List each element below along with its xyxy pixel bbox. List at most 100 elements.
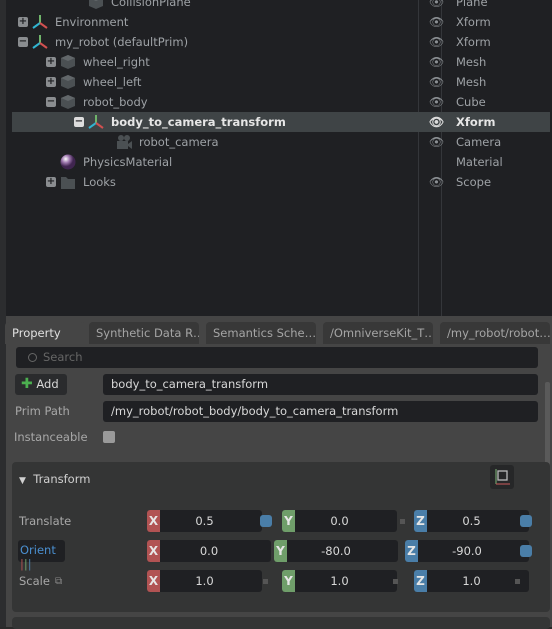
value: 1.0 <box>195 574 214 588</box>
tab-4[interactable]: /my_robot/robot… <box>440 322 550 344</box>
tree-row[interactable]: + wheel_left 👁 Mesh <box>12 72 550 92</box>
eye-icon[interactable]: 👁 <box>429 0 444 9</box>
eye-icon[interactable]: 👁 <box>429 35 444 49</box>
translate-x-field[interactable]: X 0.5 <box>147 510 262 532</box>
instanceable-checkbox[interactable] <box>103 431 115 443</box>
search-input[interactable]: Search <box>16 347 538 368</box>
collapse-icon[interactable]: − <box>74 117 84 127</box>
prim-name: Environment <box>55 15 129 29</box>
prim-type: Camera <box>456 135 502 149</box>
prim-name: my_robot (defaultPrim) <box>55 35 189 49</box>
collapse-icon[interactable]: − <box>18 37 28 47</box>
eye-icon[interactable]: 👁 <box>429 175 444 189</box>
keyframe-button[interactable] <box>263 579 268 584</box>
prim-name: robot_body <box>83 95 148 109</box>
scale-x-field[interactable]: X 1.0 <box>147 570 262 592</box>
axis-y-label: Y <box>282 510 295 532</box>
eye-icon[interactable]: 👁 <box>429 75 444 89</box>
value: 0.5 <box>462 514 481 528</box>
expand-icon[interactable]: + <box>46 177 56 187</box>
value: -90.0 <box>452 544 482 558</box>
tree-row[interactable]: + Looks 👁 Scope <box>12 172 550 192</box>
transform-title: Transform <box>33 472 91 486</box>
axis-z-label: Z <box>405 540 418 562</box>
link-scale-icon[interactable]: ⧉ <box>55 576 62 587</box>
collapse-triangle-icon: ▼ <box>19 476 26 486</box>
axis-z-label: Z <box>414 570 427 592</box>
eye-icon[interactable]: 👁 <box>429 135 444 149</box>
prim-path-field[interactable]: /my_robot/robot_body/body_to_camera_tran… <box>103 401 538 422</box>
prim-type: Mesh <box>456 75 487 89</box>
orient-y-field[interactable]: Y -80.0 <box>274 540 398 562</box>
cube-icon <box>88 0 104 10</box>
prim-type: Cube <box>456 95 486 109</box>
tree-row[interactable]: + Environment 👁 Xform <box>12 12 550 32</box>
axis-y-label: Y <box>282 570 295 592</box>
orient-mode-button[interactable]: Orient ||| <box>18 540 65 571</box>
prim-name: Looks <box>83 175 116 189</box>
axis-y-label: Y <box>274 540 287 562</box>
keyframe-button[interactable] <box>260 515 272 527</box>
prim-type: Material <box>456 155 503 169</box>
eye-icon[interactable]: 👁 <box>429 95 444 109</box>
add-button[interactable]: ✚ Add <box>15 374 67 395</box>
tree-row[interactable]: − my_robot (defaultPrim) 👁 Xform <box>12 32 550 52</box>
value: 0.0 <box>330 514 349 528</box>
prim-type: Plane <box>456 0 488 9</box>
orient-z-field[interactable]: Z -90.0 <box>405 540 529 562</box>
tree-row[interactable]: − body_to_camera_transform 👁 Xform <box>12 112 550 132</box>
scale-label: Scale <box>19 574 50 588</box>
prim-name-field[interactable]: body_to_camera_transform <box>103 374 538 395</box>
translate-z-field[interactable]: Z 0.5 <box>414 510 529 532</box>
value: 1.0 <box>330 574 349 588</box>
cube-icon <box>60 94 76 110</box>
tree-row[interactable]: robot_camera 👁 Camera <box>12 132 550 152</box>
value: 1.0 <box>462 574 481 588</box>
tree-row[interactable]: PhysicsMaterial Material <box>12 152 550 172</box>
prim-name: body_to_camera_transform <box>111 115 286 129</box>
tab-2[interactable]: Semantics Sche… <box>206 322 316 344</box>
translate-y-field[interactable]: Y 0.0 <box>282 510 397 532</box>
eye-icon[interactable]: 👁 <box>429 55 444 69</box>
prim-name: PhysicsMaterial <box>83 155 173 169</box>
keyframe-button[interactable] <box>393 579 398 584</box>
xform-icon <box>88 114 104 130</box>
property-panel: Property Synthetic Data R… Semantics Sche…… <box>0 316 552 629</box>
eye-icon[interactable]: 👁 <box>429 115 444 129</box>
tab-1[interactable]: Synthetic Data R… <box>89 322 199 344</box>
scale-y-field[interactable]: Y 1.0 <box>282 570 397 592</box>
search-icon <box>28 353 37 362</box>
xform-icon <box>32 14 48 30</box>
keyframe-button[interactable] <box>520 515 532 527</box>
transform-axis-button[interactable] <box>490 465 514 489</box>
axis-x-label: X <box>147 510 160 532</box>
prim-type: Xform <box>456 15 491 29</box>
prim-name: robot_camera <box>139 135 219 149</box>
transform-section: ▼ Transform Translate X 0.5 Y 0.0 Z 0.5 Orient … <box>12 462 550 612</box>
collapse-icon[interactable]: − <box>46 97 56 107</box>
prim-type: Xform <box>456 115 496 129</box>
value: -80.0 <box>321 544 351 558</box>
eye-icon[interactable]: 👁 <box>429 15 444 29</box>
keyframe-button[interactable] <box>400 519 405 524</box>
prim-path-label: Prim Path <box>15 404 70 418</box>
translate-label: Translate <box>19 514 72 528</box>
tab-3[interactable]: /OmniverseKit_T… <box>323 322 433 344</box>
prim-type: Xform <box>456 35 491 49</box>
folder-icon <box>60 174 76 190</box>
axis-x-label: X <box>147 570 160 592</box>
expand-icon[interactable]: + <box>46 77 56 87</box>
scale-z-field[interactable]: Z 1.0 <box>414 570 529 592</box>
expand-icon[interactable]: + <box>18 17 28 27</box>
prim-name: CollisionPlane <box>111 0 191 9</box>
tree-row[interactable]: + wheel_right 👁 Mesh <box>12 52 550 72</box>
tree-row[interactable]: − robot_body 👁 Cube <box>12 92 550 112</box>
orient-x-field[interactable]: X 0.0 <box>147 540 271 562</box>
tree-row[interactable]: CollisionPlane 👁 Plane <box>12 0 550 12</box>
keyframe-button[interactable] <box>520 545 532 557</box>
plus-icon: ✚ <box>21 376 33 392</box>
transform-header[interactable]: ▼ Transform <box>19 472 90 486</box>
expand-icon[interactable]: + <box>46 57 56 67</box>
keyframe-button[interactable] <box>515 579 520 584</box>
tab-0[interactable]: Property <box>5 322 85 344</box>
